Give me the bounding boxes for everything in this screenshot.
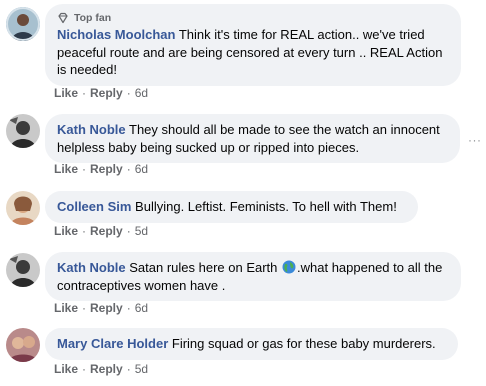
- comment-bubble: Kath Noble They should all be made to se…: [45, 114, 460, 163]
- comment-bubble: Mary Clare Holder Firing squad or gas fo…: [45, 328, 458, 360]
- separator: ·: [126, 362, 131, 376]
- comment-bubble: Colleen Sim Bullying. Leftist. Feminists…: [45, 191, 418, 223]
- like-button[interactable]: Like: [54, 86, 78, 100]
- reply-button[interactable]: Reply: [90, 301, 123, 315]
- comment-author[interactable]: Colleen Sim: [57, 199, 131, 214]
- diamond-icon: [57, 12, 69, 24]
- top-fan-label: Top fan: [74, 12, 112, 24]
- comment-actions: Like · Reply · 6d: [54, 86, 148, 100]
- like-button[interactable]: Like: [54, 224, 78, 238]
- comment-actions: Like · Reply · 5d: [54, 362, 148, 376]
- comment-text: Firing squad or gas for these baby murde…: [171, 336, 436, 351]
- timestamp[interactable]: 6d: [135, 86, 148, 100]
- separator: ·: [126, 301, 131, 315]
- reply-button[interactable]: Reply: [90, 162, 123, 176]
- avatar-image: [6, 328, 40, 362]
- comment-actions: Like · Reply · 6d: [54, 162, 148, 176]
- comment-author[interactable]: Nicholas Moolchan: [57, 27, 175, 42]
- avatar[interactable]: [6, 253, 40, 287]
- reply-button[interactable]: Reply: [90, 362, 123, 376]
- comment-author[interactable]: Kath Noble: [57, 122, 126, 137]
- comment-author[interactable]: Mary Clare Holder: [57, 336, 168, 351]
- reply-button[interactable]: Reply: [90, 224, 123, 238]
- timestamp[interactable]: 6d: [135, 162, 148, 176]
- separator: ·: [82, 162, 87, 176]
- separator: ·: [82, 362, 87, 376]
- avatar-image: [6, 191, 40, 225]
- timestamp[interactable]: 6d: [135, 301, 148, 315]
- avatar[interactable]: [6, 114, 40, 148]
- avatar-image: [6, 7, 40, 41]
- separator: ·: [82, 224, 87, 238]
- comment-author[interactable]: Kath Noble: [57, 260, 126, 275]
- separator: ·: [126, 86, 131, 100]
- comment-text-start: Satan rules here on Earth: [129, 260, 282, 275]
- comment-bubble: Top fan Nicholas Moolchan Think it's tim…: [45, 4, 461, 86]
- comment-text: Bullying. Leftist. Feminists. To hell wi…: [135, 199, 397, 214]
- comment-actions: Like · Reply · 6d: [54, 301, 148, 315]
- more-options-icon[interactable]: ···: [468, 133, 482, 147]
- avatar[interactable]: [6, 191, 40, 225]
- avatar-image: [6, 253, 40, 287]
- separator: ·: [82, 301, 87, 315]
- comment-bubble: Kath Noble Satan rules here on Earth .wh…: [45, 252, 461, 301]
- reply-button[interactable]: Reply: [90, 86, 123, 100]
- avatar[interactable]: [6, 328, 40, 362]
- like-button[interactable]: Like: [54, 162, 78, 176]
- globe-icon: [282, 260, 296, 274]
- avatar[interactable]: [6, 7, 40, 41]
- separator: ·: [126, 224, 131, 238]
- avatar-image: [6, 114, 40, 148]
- separator: ·: [82, 86, 87, 100]
- timestamp[interactable]: 5d: [135, 362, 148, 376]
- timestamp[interactable]: 5d: [135, 224, 148, 238]
- like-button[interactable]: Like: [54, 301, 78, 315]
- top-fan-badge: Top fan: [57, 11, 449, 25]
- like-button[interactable]: Like: [54, 362, 78, 376]
- comment-actions: Like · Reply · 5d: [54, 224, 148, 238]
- separator: ·: [126, 162, 131, 176]
